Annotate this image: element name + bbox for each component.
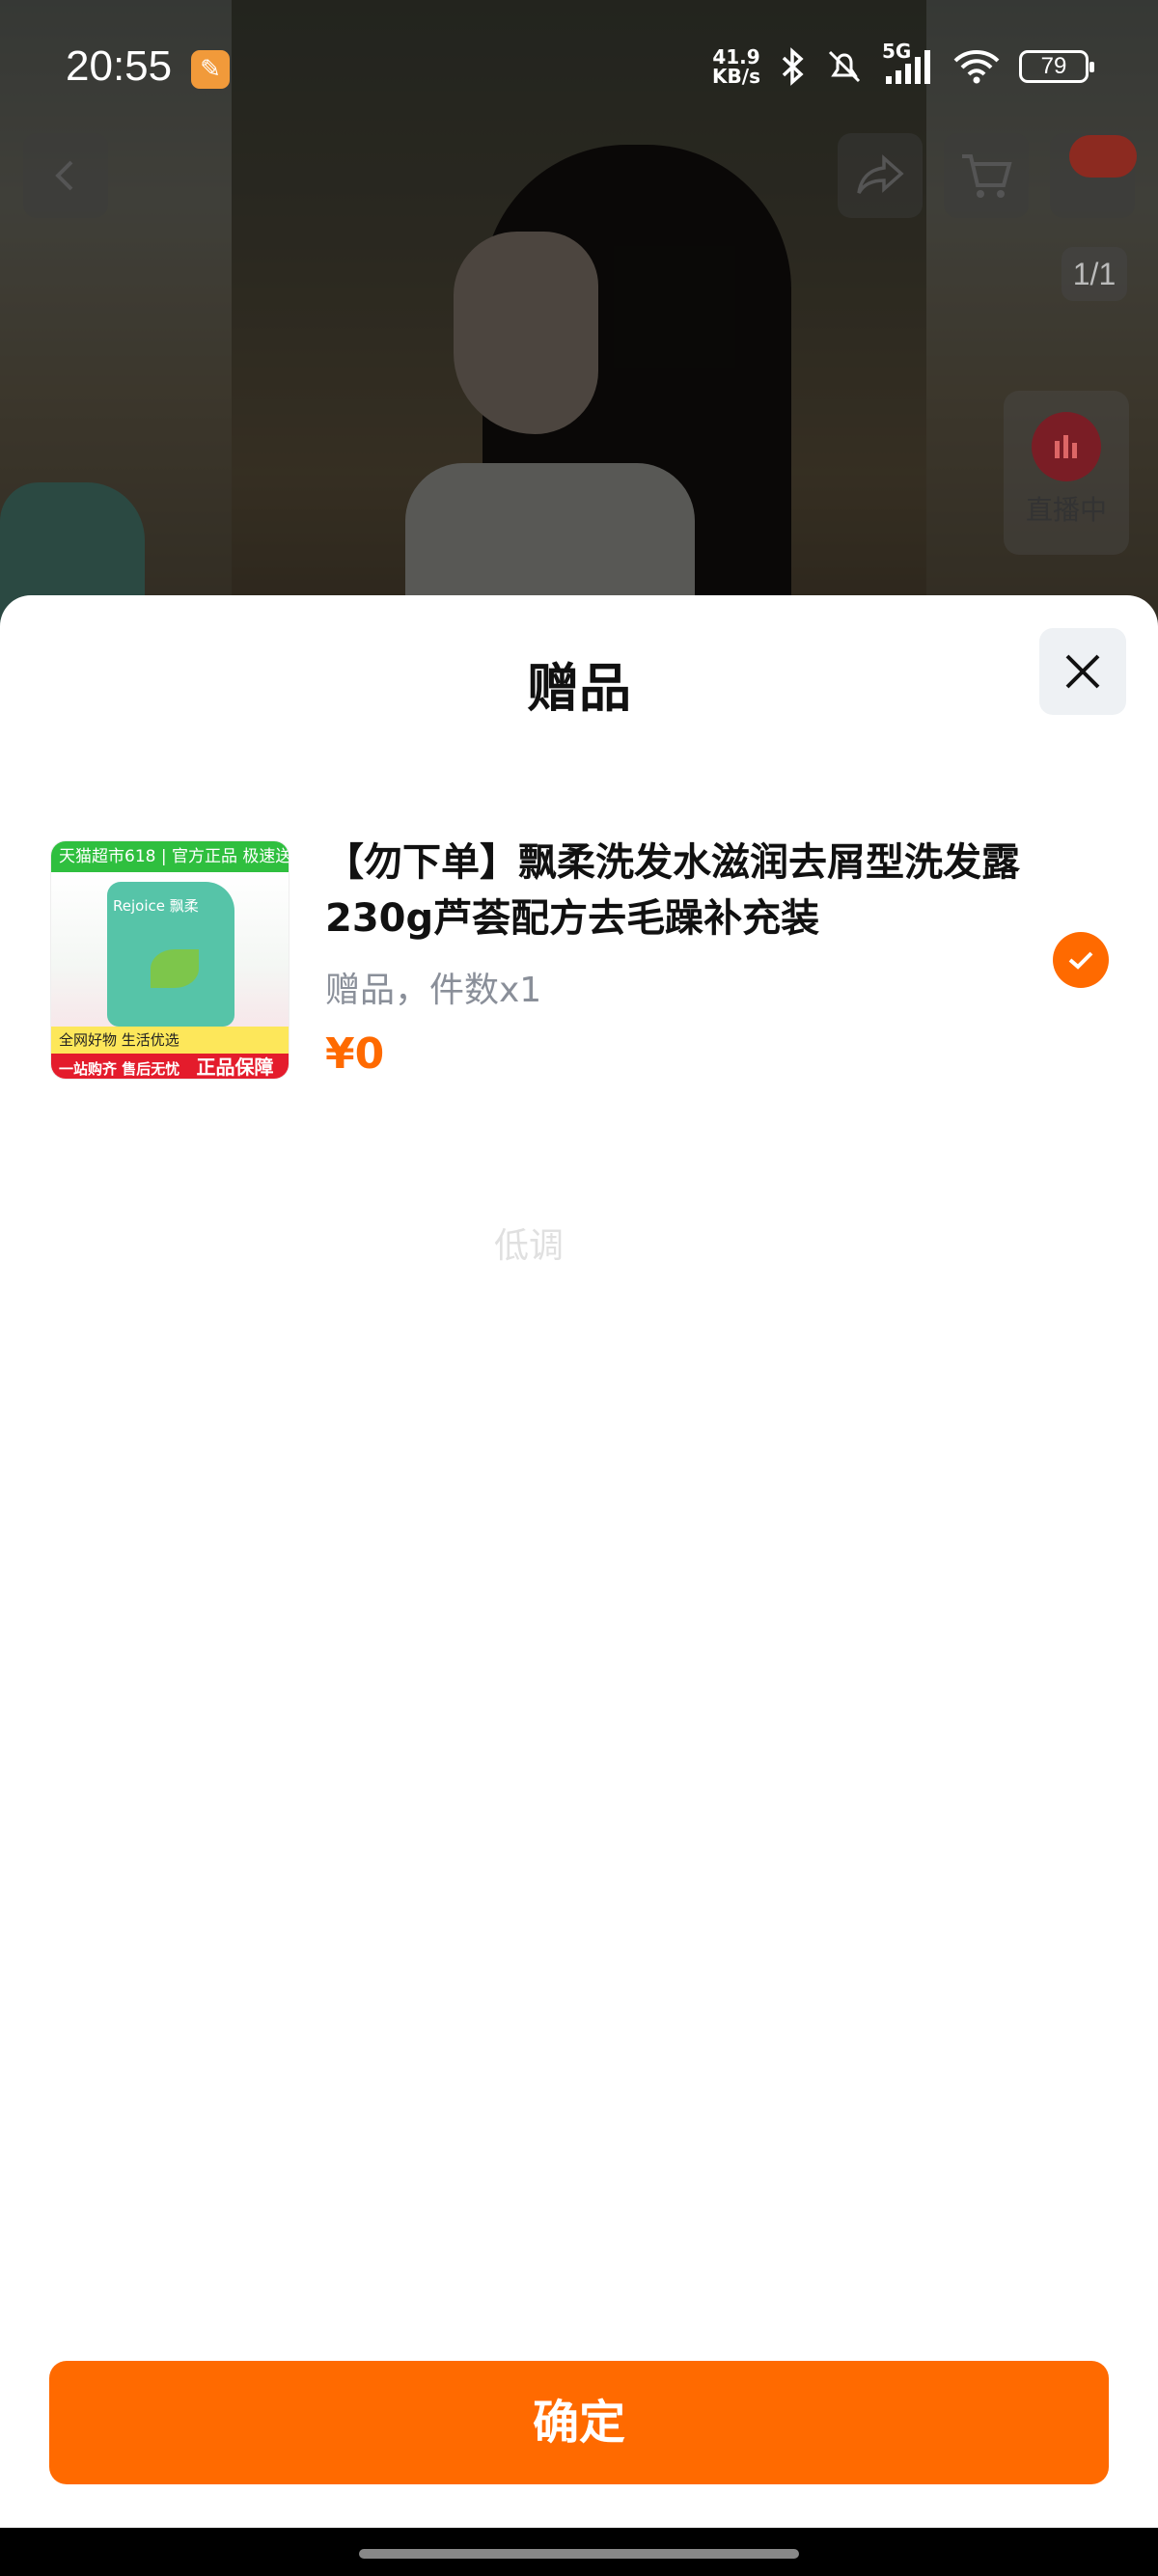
refill-pouch-image: Rejoice 飘柔	[107, 882, 234, 1027]
thumbnail-bottom-banner: 一站购齐 售后无忧 正品保障	[51, 1054, 289, 1079]
app-notification-icon: ✎	[191, 50, 230, 89]
thumbnail-product-area: Rejoice 飘柔	[51, 872, 289, 1027]
thumbnail-top-banner: 天猫超市618 | 官方正品 极速送达	[51, 841, 289, 872]
status-time: 20:55	[66, 42, 173, 90]
thumbnail-strip: 全网好物 生活优选	[51, 1027, 289, 1054]
thumbnail-bottom-left: 一站购齐 售后无忧	[59, 1060, 180, 1078]
gift-thumbnail: 天猫超市618 | 官方正品 极速送达 Rejoice 飘柔 全网好物 生活优选…	[50, 840, 290, 1080]
status-bar: 20:55 ✎ 41.9 KB/s 5G 79	[0, 0, 1158, 112]
aloe-leaf-icon	[151, 949, 199, 988]
gift-title: 【勿下单】飘柔洗发水滋润去屑型洗发露230g芦荟配方去毛躁补充装	[325, 840, 1020, 941]
network-speed-value: 41.9	[712, 45, 760, 69]
bluetooth-icon	[778, 47, 807, 86]
thumbnail-bottom-right: 正品保障	[196, 1055, 274, 1079]
cart-icon	[962, 154, 1012, 198]
share-icon	[857, 154, 904, 194]
home-indicator[interactable]	[359, 2549, 799, 2559]
checkmark-icon	[1068, 951, 1093, 970]
back-button[interactable]	[23, 133, 108, 218]
cart-button[interactable]	[944, 133, 1029, 218]
confirm-button[interactable]: 确定	[49, 2361, 1109, 2484]
live-label: 直播中	[1025, 494, 1107, 526]
battery-indicator: 79	[1019, 50, 1094, 83]
selected-check-button[interactable]	[1053, 932, 1109, 988]
live-entry[interactable]: 直播中	[1004, 391, 1129, 555]
gift-subtitle: 赠品，件数x1	[325, 971, 542, 1010]
close-button[interactable]	[1039, 628, 1126, 715]
image-counter: 1/1	[1062, 247, 1127, 301]
close-icon	[1065, 654, 1100, 689]
sheet-title: 赠品	[527, 658, 631, 719]
network-speed-unit: KB/s	[712, 65, 760, 88]
thumbnail-brand: Rejoice 飘柔	[113, 897, 199, 915]
gift-sheet: 赠品 天猫超市618 | 官方正品 极速送达 Rejoice 飘柔 全网好物 生…	[0, 595, 1158, 2528]
cellular-signal-icon: 5G	[882, 40, 934, 86]
network-type: 5G	[882, 40, 912, 63]
mute-bell-icon	[824, 46, 865, 87]
gift-item[interactable]: 天猫超市618 | 官方正品 极速送达 Rejoice 飘柔 全网好物 生活优选…	[0, 836, 1158, 1087]
network-speed: 41.9 KB/s	[712, 47, 760, 86]
gift-price: ¥0	[325, 1029, 385, 1079]
share-button[interactable]	[838, 133, 923, 218]
wifi-icon	[951, 47, 1002, 86]
back-arrow-icon	[55, 160, 73, 191]
status-icons: 41.9 KB/s 5G 79	[712, 40, 1094, 91]
watermark-text: 低调	[494, 1226, 565, 1266]
live-icon	[1032, 412, 1101, 481]
notification-badge	[1069, 135, 1137, 178]
system-nav-bar	[0, 2528, 1158, 2576]
